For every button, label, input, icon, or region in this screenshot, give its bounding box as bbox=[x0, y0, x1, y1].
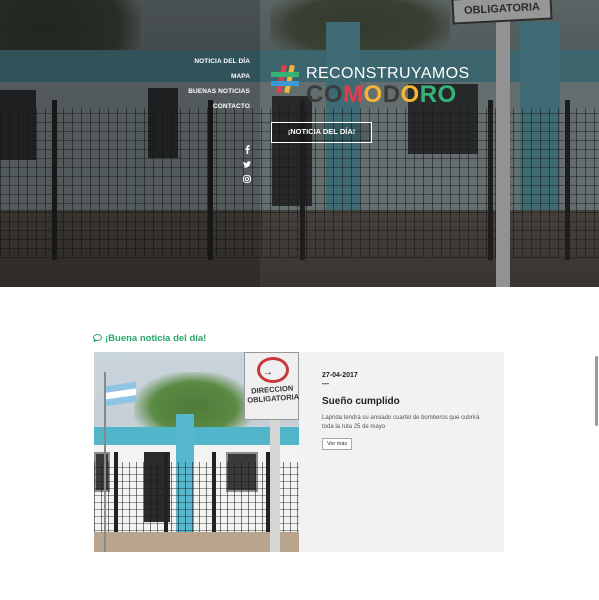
hero-left-shade bbox=[0, 0, 260, 287]
no-entry-sign-icon bbox=[257, 357, 289, 383]
twitter-icon[interactable] bbox=[240, 160, 254, 175]
section-title: ¡Buena noticia del día! bbox=[93, 333, 206, 344]
photo-sign-pole bbox=[270, 420, 280, 552]
site-logo[interactable]: RECONSTRUYAMOS COMODORO bbox=[270, 64, 490, 108]
facebook-icon[interactable] bbox=[240, 145, 254, 160]
hashtag-logo-icon bbox=[271, 64, 299, 94]
photo-flag bbox=[106, 381, 136, 407]
arrow-icon: → bbox=[263, 367, 273, 378]
main-nav: NOTICIA DEL DÍA MAPA BUENAS NOTICIAS CON… bbox=[150, 57, 250, 117]
hero-banner: OBLIGATORIA NOTICIA DEL DÍA MAPA BUENAS … bbox=[0, 0, 599, 287]
nav-item-buenas-noticias[interactable]: BUENAS NOTICIAS bbox=[150, 87, 250, 102]
noticia-del-dia-button[interactable]: ¡NOTICIA DEL DÍA! bbox=[271, 122, 372, 143]
photo-sign-text: DIRECCION OBLIGATORIA bbox=[247, 383, 299, 405]
photo-ground bbox=[94, 532, 299, 552]
news-card: → DIRECCION OBLIGATORIA 27-04-2017 — Sue… bbox=[94, 352, 504, 552]
logo-line-2: COMODORO bbox=[306, 81, 457, 108]
news-title[interactable]: Sueño cumplido bbox=[322, 396, 492, 407]
news-description: Laprida tendrá su ansiado cuartel de bom… bbox=[322, 415, 480, 430]
photo-sign: → DIRECCION OBLIGATORIA bbox=[244, 352, 299, 420]
section-title-text: ¡Buena noticia del día! bbox=[105, 333, 207, 344]
news-photo[interactable]: → DIRECCION OBLIGATORIA bbox=[94, 352, 299, 552]
news-date: 27-04-2017 bbox=[322, 372, 358, 379]
news-divider: — bbox=[322, 381, 329, 388]
nav-item-mapa[interactable]: MAPA bbox=[150, 72, 250, 87]
nav-item-noticia-del-dia[interactable]: NOTICIA DEL DÍA bbox=[150, 57, 250, 72]
ver-mas-button[interactable]: Ver más bbox=[322, 438, 353, 450]
nav-item-contacto[interactable]: CONTACTO bbox=[150, 102, 250, 117]
instagram-icon[interactable] bbox=[240, 175, 254, 190]
news-card-body: 27-04-2017 — Sueño cumplido Laprida tend… bbox=[322, 372, 492, 450]
photo-band bbox=[94, 427, 299, 445]
page-scrollbar[interactable] bbox=[595, 356, 598, 426]
social-links bbox=[240, 145, 254, 190]
chat-bubble-icon bbox=[93, 334, 102, 342]
